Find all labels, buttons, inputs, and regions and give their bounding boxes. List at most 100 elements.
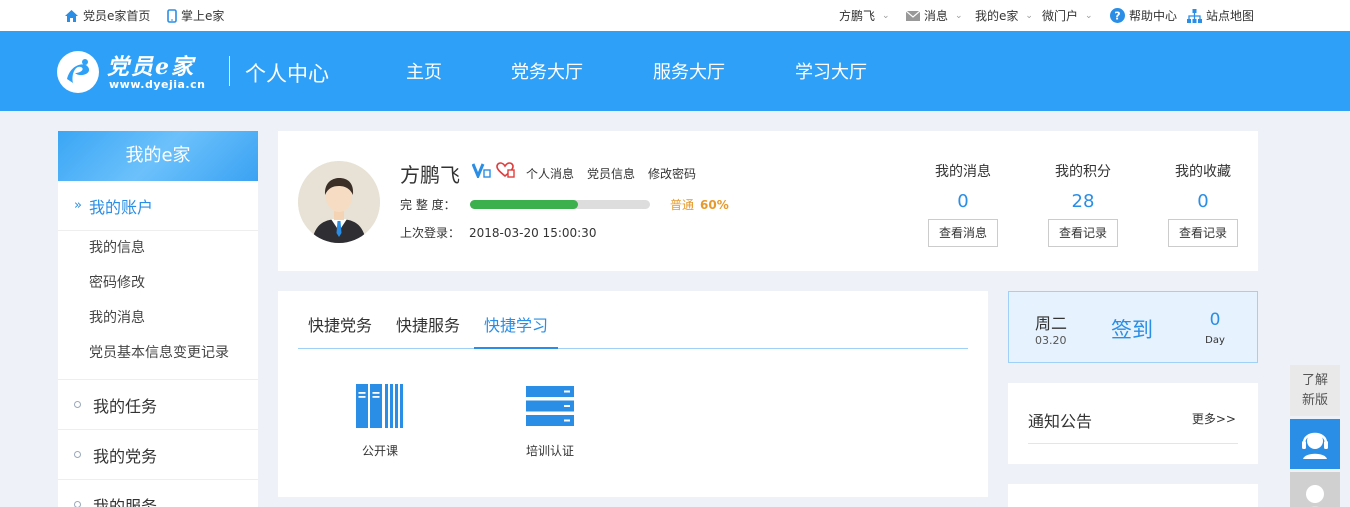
chevron-down-icon: ⌄ [882,10,890,21]
sign-in-card: 周二 03.20 签到 0 Day [1008,291,1258,363]
user-float-button[interactable] [1290,472,1340,507]
quick-item-training[interactable]: 培训认证 [490,384,610,459]
link-change-password[interactable]: 修改密码 [648,165,696,182]
site-logo[interactable]: 党员e家 www.dyejia.cn [57,49,217,95]
quick-access-panel: 快捷党务 快捷服务 快捷学习 公开课 培训认证 [278,291,988,497]
help-label: 帮助中心 [1129,9,1178,23]
user-menu[interactable]: 方鹏飞 ⌄ [839,7,890,24]
bullet-icon [74,501,81,507]
page-title: 个人中心 [245,62,329,86]
quick-item-label: 培训认证 [525,444,574,458]
nav-services[interactable]: 服务大厅 [653,58,725,84]
svg-text:?: ? [1114,10,1120,23]
nav-learning[interactable]: 学习大厅 [795,58,867,84]
stat-label: 我的积分 [1055,164,1111,180]
logo-script: 党员e家 [107,54,195,80]
link-member-info[interactable]: 党员信息 [587,165,635,182]
view-messages-button[interactable]: 查看消息 [928,219,998,247]
tab-quick-service[interactable]: 快捷服务 [386,315,470,349]
sitemap-link[interactable]: 站点地图 [1187,7,1254,24]
next-card [1008,484,1258,507]
mobile-link[interactable]: 掌上e家 [167,7,224,24]
nav-party-affairs[interactable]: 党务大厅 [511,58,583,84]
server-stack-icon [526,386,574,426]
quick-item-open-course[interactable]: 公开课 [320,384,440,459]
nav-home[interactable]: 主页 [406,58,442,84]
stat-value: 0 [957,191,969,212]
logo-emblem-icon [57,51,99,93]
profile-links: 个人消息 党员信息 修改密码 [526,165,696,182]
headset-icon [1302,432,1328,459]
stat-label: 我的收藏 [1175,164,1231,180]
sidebar-section-party[interactable]: 我的党务 [58,430,258,480]
stat-value: 28 [1071,191,1095,212]
sidebar-title: 我的e家 [58,131,258,181]
view-points-button[interactable]: 查看记录 [1048,219,1118,247]
sidebar-account-items: 我的信息 密码修改 我的消息 党员基本信息变更记录 [58,231,258,380]
quick-item-label: 公开课 [361,444,398,458]
sitemap-label: 站点地图 [1206,9,1255,23]
notice-more-link[interactable]: 更多>> [1192,410,1236,427]
messages-menu[interactable]: 消息 ⌄ [906,7,963,24]
home-link[interactable]: 党员e家首页 [64,7,150,24]
stat-messages: 我的消息 0 查看消息 [918,161,1008,247]
my-ejia-menu[interactable]: 我的e家 ⌄ [975,7,1033,24]
sign-in-weekday: 周二 [1035,314,1068,333]
home-icon [65,9,78,22]
heart-badge-icon [496,162,515,178]
completeness-progress-fill [470,200,578,209]
stat-points: 我的积分 28 查看记录 [1038,161,1128,247]
micro-portal-label: 微门户 [1042,9,1079,23]
sidebar-item-password[interactable]: 密码修改 [58,266,258,301]
learn-new-version-button[interactable]: 了解新版 [1290,365,1340,416]
profile-card: 方鹏飞 个人消息 党员信息 修改密码 完 整 度： 普通 60% 上次登录： 20… [278,131,1258,271]
header-divider [229,56,230,86]
mail-icon [906,10,920,21]
avatar[interactable] [298,161,380,243]
sign-in-count: 0 [1209,310,1221,330]
messages-label: 消息 [924,9,949,23]
link-personal-messages[interactable]: 个人消息 [526,165,574,182]
phone-icon [167,8,177,23]
tab-quick-party[interactable]: 快捷党务 [298,315,382,349]
sidebar-item-my-info[interactable]: 我的信息 [58,231,258,266]
stat-favorites: 我的收藏 0 查看记录 [1158,161,1248,247]
last-login-time: 2018-03-20 15:00:30 [469,226,597,240]
view-favorites-button[interactable]: 查看记录 [1168,219,1238,247]
mobile-link-label: 掌上e家 [181,9,225,23]
sidebar-section-account[interactable]: » 我的账户 [58,181,258,231]
quick-tabs: 快捷党务 快捷服务 快捷学习 [298,315,968,349]
books-icon [356,384,403,428]
top-utility-bar: 党员e家首页 掌上e家 方鹏飞 ⌄ 消息 ⌄ 我的e家 ⌄ 微门户 ⌄ ? 帮助… [0,0,1350,31]
customer-service-button[interactable] [1290,419,1340,469]
sidebar-section-label: 我的任务 [93,396,158,416]
sidebar-section-label: 我的账户 [88,197,153,217]
sign-in-unit: Day [1205,335,1225,346]
sidebar-section-label: 我的党务 [93,446,158,466]
completeness-label: 完 整 度： [400,198,456,212]
sidebar-item-my-messages[interactable]: 我的消息 [58,301,258,336]
user-name: 方鹏飞 [839,9,876,23]
completeness-progress [470,200,650,209]
sidebar-section-services[interactable]: 我的服务 [58,480,258,507]
sidebar-section-tasks[interactable]: 我的任务 [58,380,258,430]
help-icon: ? [1110,8,1125,23]
completeness-level: 普通 60% [670,196,729,213]
chevron-down-icon: ⌄ [1085,10,1093,21]
user-silhouette-icon [1306,485,1324,507]
my-ejia-label: 我的e家 [975,9,1019,23]
help-link[interactable]: ? 帮助中心 [1110,7,1177,24]
sign-in-date: 03.20 [1035,334,1067,347]
micro-portal-menu[interactable]: 微门户 ⌄ [1042,7,1093,24]
double-chevron-down-icon: » [74,198,82,213]
tab-quick-learning[interactable]: 快捷学习 [474,315,559,349]
logo-url: www.dyejia.cn [109,78,206,91]
sitemap-icon [1187,8,1202,23]
notice-card: 通知公告 更多>> [1008,383,1258,464]
profile-name: 方鹏飞 [400,163,460,187]
home-link-label: 党员e家首页 [83,9,151,23]
profile-badges [472,162,516,178]
sidebar-item-info-change-log[interactable]: 党员基本信息变更记录 [58,336,258,371]
verified-v-icon [472,163,491,178]
sign-in-button[interactable]: 签到 [1111,314,1153,344]
